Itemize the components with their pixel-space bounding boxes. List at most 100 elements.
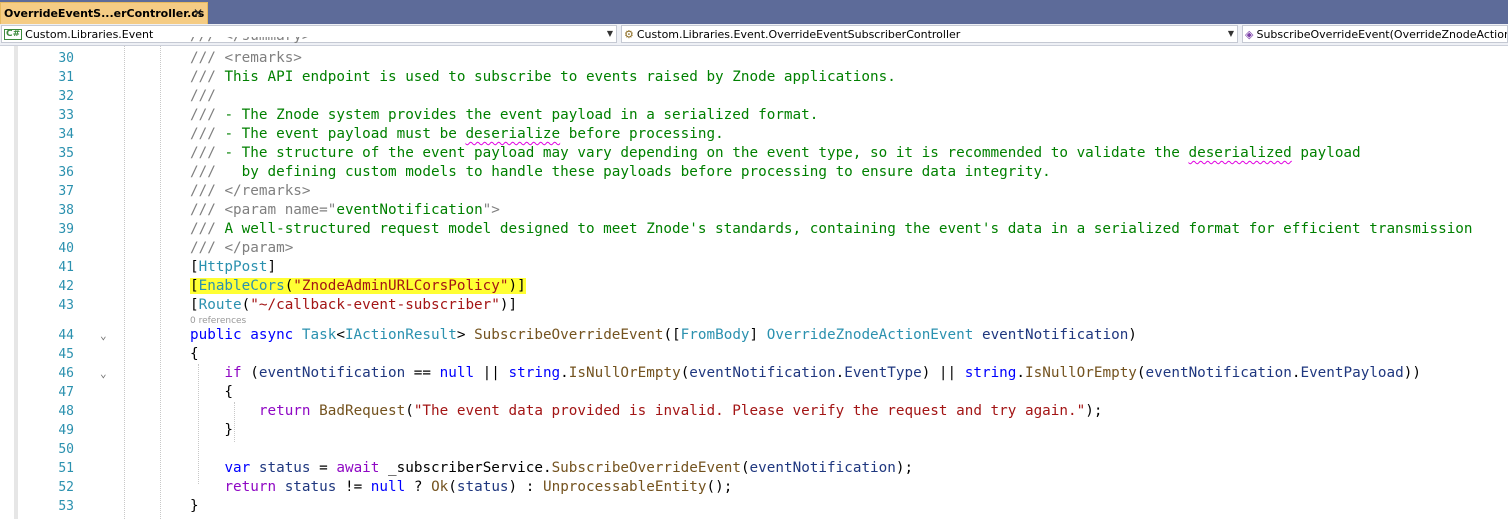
line-number: 46	[58, 366, 74, 381]
code-text: ///	[190, 87, 216, 106]
code-token: BadRequest	[319, 403, 406, 419]
code-line[interactable]: 33 /// - The Znode system provides the ev…	[0, 106, 1508, 125]
code-token: eventNotification	[336, 202, 483, 218]
code-line[interactable]: 43 [Route("~/callback-event-subscriber")]	[0, 296, 1508, 315]
code-token: - The Znode system provides the event pa…	[224, 107, 819, 123]
code-line[interactable]: 32 ///	[0, 87, 1508, 106]
line-number: 30	[58, 51, 74, 66]
code-line[interactable]: 30 /// <remarks>	[0, 49, 1508, 68]
code-line[interactable]: 47 {	[0, 383, 1508, 402]
code-line[interactable]: 35 /// - The structure of the event paylo…	[0, 144, 1508, 163]
fold-toggle-icon[interactable]: ⌄	[100, 364, 107, 383]
line-number: 49	[58, 423, 74, 438]
code-token: status	[284, 479, 337, 495]
code-token: {	[190, 384, 234, 400]
tab-bar: OverrideEventS...erController.cs ✕	[0, 0, 1508, 24]
code-token: ) :	[508, 479, 543, 495]
code-token: .	[835, 365, 845, 381]
code-token: HttpPost	[198, 259, 268, 275]
code-token: eventNotification	[258, 365, 406, 381]
code-token: Route	[198, 297, 242, 313]
tab-override-event-subscriber-controller[interactable]: OverrideEventS...erController.cs ✕	[0, 2, 208, 24]
code-text: [EnableCors("ZnodeAdminURLCorsPolicy")]	[190, 277, 526, 296]
line-number: 38	[58, 203, 74, 218]
code-editor[interactable]: /// </summary> 30 /// <remarks> 31 /// This…	[0, 37, 1508, 519]
code-token: (	[405, 403, 414, 419]
code-line[interactable]: 37 /// </remarks>	[0, 182, 1508, 201]
fold-toggle-icon[interactable]: ⌄	[100, 326, 107, 345]
code-token: UnprocessableEntity	[542, 479, 707, 495]
code-token: =	[310, 460, 337, 476]
code-token: public async	[190, 327, 302, 343]
code-text: return status != null ? Ok(status) : Unp…	[190, 478, 732, 497]
code-line[interactable]: 36 /// by defining custom models to handl…	[0, 163, 1508, 182]
close-icon[interactable]: ✕	[193, 6, 203, 20]
code-text: /// This API endpoint is used to subscri…	[190, 68, 896, 87]
code-line[interactable]: 42 [EnableCors("ZnodeAdminURLCorsPolicy")…	[0, 277, 1508, 296]
code-line[interactable]: 38 /// <param name="eventNotification">	[0, 201, 1508, 220]
code-line[interactable]: 45 {	[0, 345, 1508, 364]
code-token: status	[456, 479, 509, 495]
code-token: <param name="	[224, 202, 337, 218]
code-token: _subscriberService.	[379, 460, 552, 476]
code-token: {	[190, 346, 199, 362]
code-line[interactable]: 51 var status = await _subscriberService…	[0, 459, 1508, 478]
code-line[interactable]: 39 /// A well-structured request model de…	[0, 220, 1508, 239]
code-token: IsNullOrEmpty	[568, 365, 681, 381]
code-token: ">	[482, 202, 500, 218]
line-number: 53	[58, 499, 74, 514]
code-line[interactable]: 44 ⌄ public async Task<IActionResult> Subs…	[0, 326, 1508, 345]
code-token: ]	[749, 327, 767, 343]
code-line[interactable]: 34 /// - The event payload must be deseri…	[0, 125, 1508, 144]
code-token: );	[1085, 403, 1103, 419]
code-token: deserialized	[1188, 145, 1292, 161]
code-token: "The event data provided is invalid. Ple…	[413, 403, 1086, 419]
code-line[interactable]: 50	[0, 440, 1508, 459]
line-number: 48	[58, 404, 74, 419]
code-text: return BadRequest("The event data provid…	[190, 402, 1103, 421]
code-token: IActionResult	[344, 327, 457, 343]
code-token: A well-structured request model designed…	[224, 221, 1473, 237]
line-number: 33	[58, 108, 74, 123]
code-text: {	[190, 383, 233, 402]
line-number: 35	[58, 146, 74, 161]
code-text: }	[190, 497, 199, 516]
code-text: /// <remarks>	[190, 49, 302, 68]
code-token: </param>	[224, 240, 294, 256]
code-token: ==	[405, 365, 440, 381]
code-line[interactable]: 40 /// </param>	[0, 239, 1508, 258]
code-token: EventType	[844, 365, 922, 381]
code-line[interactable]: 49 }	[0, 421, 1508, 440]
code-token: ([	[663, 327, 681, 343]
code-text: /// - The event payload must be deserial…	[190, 125, 724, 144]
code-token: }	[190, 498, 199, 514]
codelens-references[interactable]: 0 references	[190, 316, 246, 326]
code-text: [Route("~/callback-event-subscriber")]	[190, 296, 517, 315]
code-line[interactable]: 46 ⌄ if (eventNotification == null || str…	[0, 364, 1508, 383]
code-token: }	[190, 422, 234, 438]
code-token: );	[895, 460, 914, 476]
code-line[interactable]: 52 return status != null ? Ok(status) : …	[0, 478, 1508, 497]
code-line[interactable]: 53}	[0, 497, 1508, 516]
code-token: null	[439, 365, 475, 381]
code-line[interactable]: 31 /// This API endpoint is used to subsc…	[0, 68, 1508, 87]
code-token: ?	[405, 479, 432, 495]
code-token: ///	[190, 240, 225, 256]
code-token: </remarks>	[224, 183, 311, 199]
code-token: This API endpoint is used to subscribe t…	[224, 69, 896, 85]
code-line[interactable]: 48 return BadRequest("The event data pro…	[0, 402, 1508, 421]
code-token: ) ||	[921, 365, 965, 381]
code-token: .	[1016, 365, 1026, 381]
code-token: ))	[1403, 365, 1421, 381]
code-line[interactable]: 41 [HttpPost]	[0, 258, 1508, 277]
code-text: [HttpPost]	[190, 258, 276, 277]
code-token: string	[508, 365, 561, 381]
code-token: (	[241, 297, 251, 313]
code-token: ();	[706, 479, 733, 495]
